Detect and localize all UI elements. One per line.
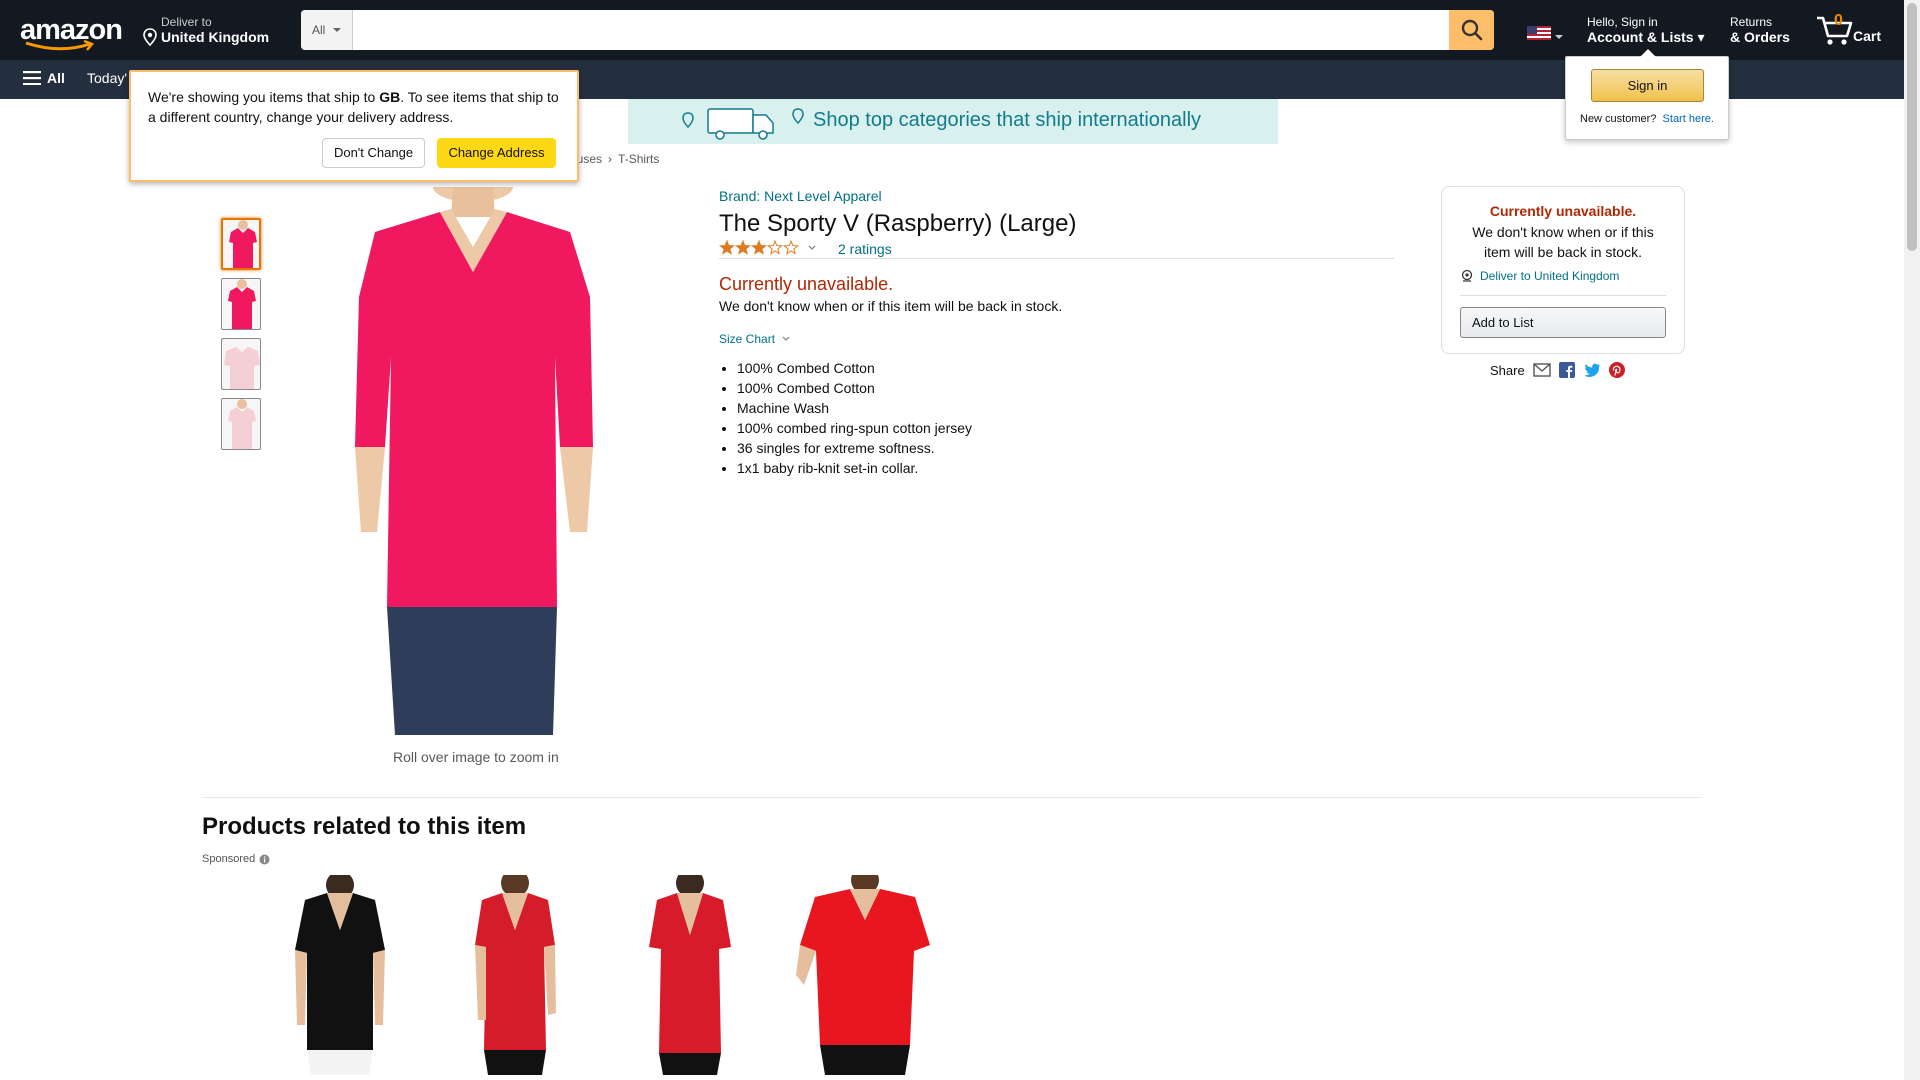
search-bar: All	[301, 10, 1494, 50]
twitter-icon[interactable]	[1583, 363, 1601, 378]
menu-all-label: All	[47, 70, 65, 86]
location-popup-text: We're showing you items that ship to GB.…	[148, 89, 559, 125]
related-product-4[interactable]	[790, 875, 940, 1075]
breadcrumb: ouses › T-Shirts	[570, 152, 659, 166]
account-label: Account & Lists ▾	[1587, 29, 1705, 45]
pinterest-icon[interactable]	[1608, 362, 1625, 378]
share-label: Share	[1490, 362, 1525, 378]
us-flag-icon[interactable]	[1527, 26, 1551, 40]
buybox-divider	[1460, 295, 1666, 296]
related-product-3[interactable]	[615, 875, 765, 1075]
buybox-deliver-label: Deliver to United Kingdom	[1480, 269, 1620, 283]
size-chart-link[interactable]: Size Chart	[719, 332, 791, 346]
signin-popover: Sign in New customer? Start here.	[1565, 49, 1729, 140]
breadcrumb-separator: ›	[608, 152, 613, 166]
ratings-count-link[interactable]: 2 ratings	[838, 241, 892, 257]
feature-bullet: 100% Combed Cotton	[737, 358, 972, 378]
chevron-down-icon	[808, 245, 816, 250]
returns-orders[interactable]: Returns & Orders	[1730, 15, 1790, 45]
star-icons	[719, 240, 799, 255]
international-banner[interactable]: Shop top categories that ship internatio…	[628, 99, 1278, 144]
country-code: GB	[379, 89, 401, 105]
buybox-availability: Currently unavailable.	[1489, 203, 1637, 219]
signin-button[interactable]: Sign in	[1591, 69, 1704, 102]
account-lists[interactable]: Hello, Sign in Account & Lists ▾	[1587, 15, 1705, 46]
account-greeting: Hello, Sign in	[1587, 15, 1658, 29]
chevron-down-icon	[782, 336, 790, 341]
related-product-1[interactable]	[265, 875, 415, 1075]
thumbnail-3[interactable]	[221, 338, 261, 390]
popover-arrow	[1640, 49, 1656, 57]
thumbnail-4[interactable]	[221, 398, 261, 450]
search-icon	[1461, 19, 1482, 41]
size-chart-label: Size Chart	[719, 332, 776, 346]
deliver-to[interactable]: Deliver to United Kingdom	[143, 15, 270, 46]
feature-bullet: 36 singles for extreme softness.	[737, 438, 972, 458]
start-here-link[interactable]: Start here.	[1663, 113, 1714, 125]
facebook-icon[interactable]	[1558, 362, 1575, 378]
breadcrumb-current[interactable]: T-Shirts	[618, 152, 659, 166]
product-main-image[interactable]	[315, 187, 640, 735]
search-button[interactable]	[1449, 10, 1494, 50]
feature-bullet: 100% combed ring-spun cotton jersey	[737, 418, 972, 438]
availability-detail: We don't know when or if this item will …	[719, 298, 1063, 314]
star-empty-icon	[783, 240, 799, 255]
dont-change-button[interactable]: Don't Change	[322, 138, 425, 168]
buybox-availability-detail: We don't know when or if this item will …	[1472, 224, 1654, 260]
star-empty-icon	[767, 240, 783, 255]
search-category-select[interactable]: All	[301, 10, 353, 50]
orders-label: & Orders	[1730, 29, 1790, 45]
title-divider	[719, 258, 1394, 259]
location-popup: We're showing you items that ship to GB.…	[129, 70, 579, 182]
new-customer-text: New customer? Start here.	[1580, 113, 1714, 125]
product-title: The Sporty V (Raspberry) (Large)	[719, 210, 1077, 237]
cart-count: 0	[1834, 12, 1843, 29]
star-filled-icon	[719, 240, 735, 255]
search-category-label: All	[312, 23, 326, 37]
cart-label: Cart	[1853, 28, 1882, 44]
thumbnail-1[interactable]	[221, 218, 261, 270]
location-pin-icon	[143, 28, 157, 46]
feature-bullet: 100% Combed Cotton	[737, 378, 972, 398]
hamburger-icon	[23, 71, 41, 85]
menu-all-button[interactable]: All	[23, 70, 65, 86]
share-row: Share	[1490, 362, 1625, 378]
delivery-truck-icon	[682, 108, 804, 140]
language-caret-icon	[1555, 35, 1563, 39]
buy-box: Currently unavailable. We don't know whe…	[1441, 186, 1685, 354]
section-divider	[202, 797, 1702, 798]
thumbnail-2[interactable]	[221, 278, 261, 330]
caret-down-icon	[333, 28, 342, 32]
star-rating[interactable]	[719, 240, 817, 256]
todays-deals-link[interactable]: Today'	[87, 70, 127, 86]
search-input[interactable]	[353, 10, 1449, 50]
brand-link[interactable]: Brand: Next Level Apparel	[719, 188, 882, 204]
add-to-list-button[interactable]: Add to List	[1460, 307, 1666, 338]
sponsored-text: Sponsored	[202, 853, 256, 865]
deliver-country: United Kingdom	[161, 29, 270, 45]
star-filled-icon	[735, 240, 751, 255]
cart-button[interactable]: 0 Cart	[1815, 10, 1887, 50]
related-products-title: Products related to this item	[202, 813, 527, 840]
deliver-label: Deliver to	[161, 15, 212, 29]
info-icon[interactable]	[259, 854, 270, 865]
buybox-deliver-link[interactable]: Deliver to United Kingdom	[1460, 269, 1619, 283]
scrollbar-thumb[interactable]	[1907, 3, 1917, 251]
logo-smile-icon	[25, 40, 95, 51]
banner-text: Shop top categories that ship internatio…	[813, 109, 1202, 131]
location-pin-icon	[1461, 269, 1473, 282]
returns-label: Returns	[1730, 15, 1773, 29]
feature-bullets: 100% Combed Cotton 100% Combed Cotton Ma…	[737, 358, 972, 478]
related-product-2[interactable]	[440, 875, 590, 1075]
star-filled-icon	[751, 240, 767, 255]
feature-bullet: 1x1 baby rib-knit set-in collar.	[737, 458, 972, 478]
availability-status: Currently unavailable.	[719, 274, 894, 294]
email-icon[interactable]	[1533, 363, 1551, 377]
change-address-button[interactable]: Change Address	[437, 138, 556, 168]
sponsored-label: Sponsored	[202, 853, 270, 865]
feature-bullet: Machine Wash	[737, 398, 972, 418]
zoom-hint: Roll over image to zoom in	[393, 749, 559, 765]
